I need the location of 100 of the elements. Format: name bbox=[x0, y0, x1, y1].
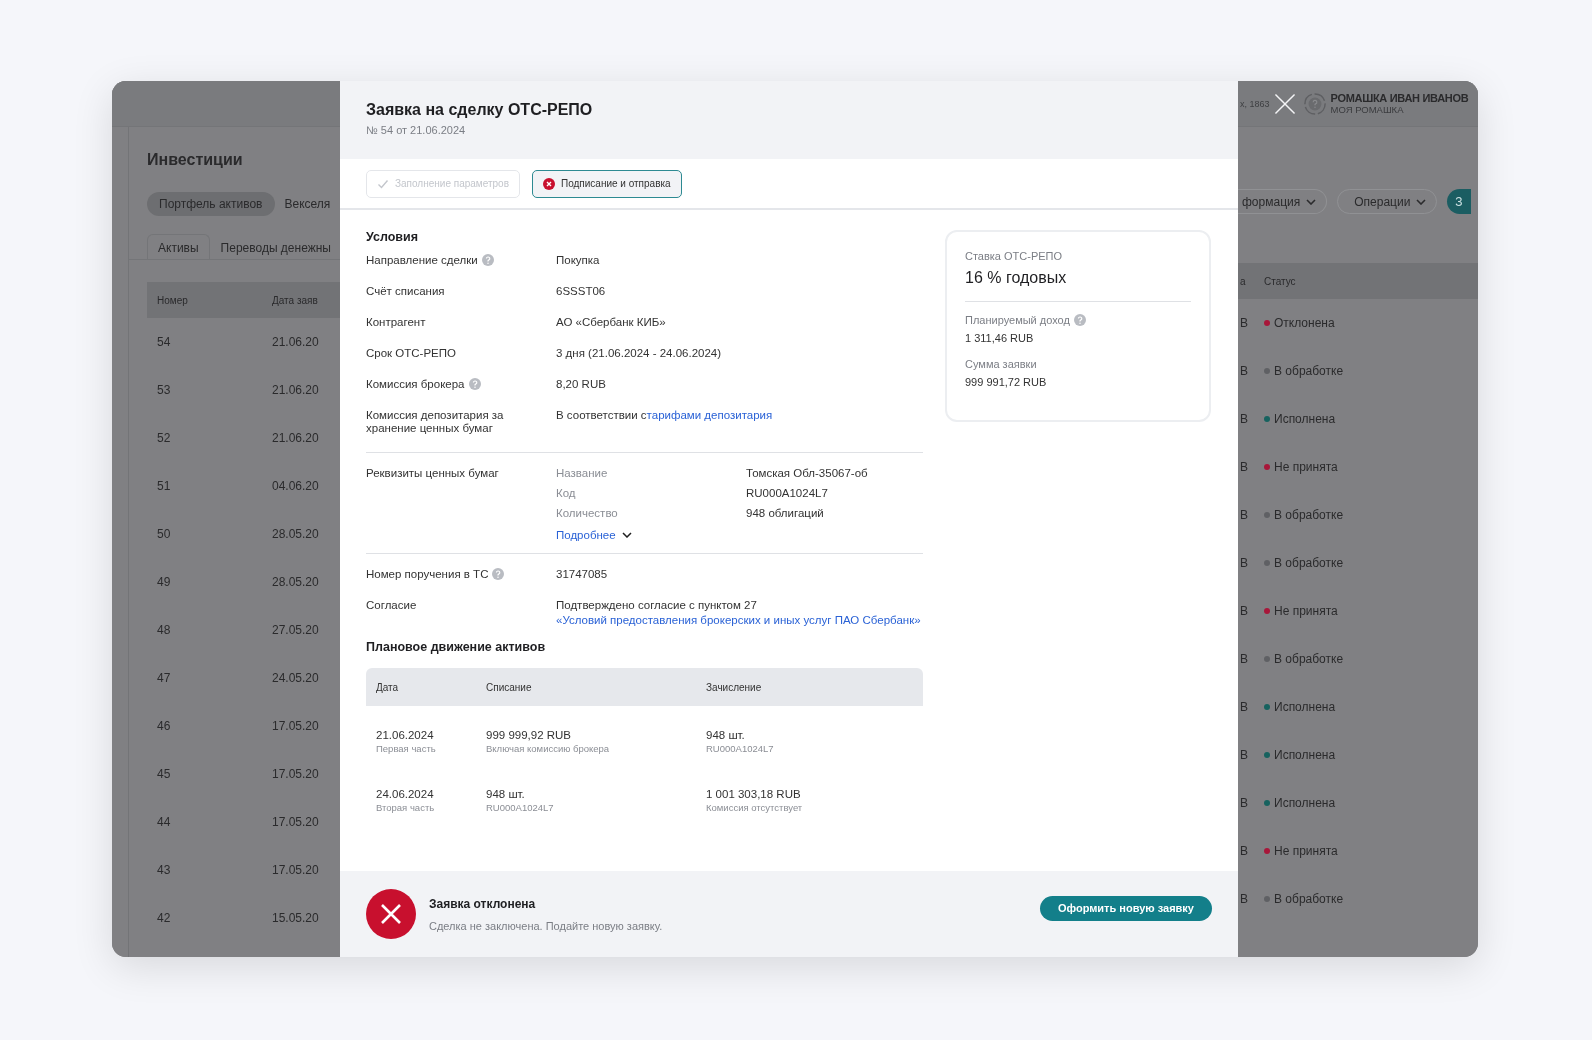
status-text: Не принята bbox=[1274, 844, 1338, 858]
status-text: Не принята bbox=[1274, 604, 1338, 618]
chevron-down-icon bbox=[621, 532, 632, 538]
status-text: В обработке bbox=[1274, 556, 1344, 570]
section-title: Плановое движение активов bbox=[366, 640, 547, 654]
table-cell: 15.05.20 bbox=[272, 911, 319, 925]
field-label: Согласие bbox=[366, 599, 417, 612]
column-header: Зачисление bbox=[706, 681, 763, 693]
tab[interactable]: Активы bbox=[147, 234, 210, 259]
field-label: Код bbox=[556, 487, 577, 499]
help-icon[interactable] bbox=[1073, 314, 1086, 326]
more-link[interactable]: Подробнее bbox=[556, 529, 868, 541]
table-cell-text: 948 шт. bbox=[486, 788, 526, 800]
table-cell-text: 999 999,92 RUB bbox=[486, 729, 573, 741]
dialog-subtitle: № 54 от 21.06.2024 bbox=[366, 124, 467, 136]
status-text: Исполнена bbox=[1274, 748, 1336, 762]
field-label: Срок ОТС-РЕПО bbox=[366, 347, 456, 360]
action-button[interactable]: З bbox=[1447, 189, 1472, 214]
column-header: Дата заяв bbox=[272, 294, 318, 306]
table-cell-text: B bbox=[1239, 556, 1249, 570]
table-cell-text: B bbox=[1239, 700, 1249, 714]
table-cell-text: 948 шт. bbox=[706, 729, 746, 741]
field-label: Направление сделки bbox=[366, 254, 478, 267]
table-cell-text: 50 bbox=[156, 527, 172, 541]
status-text: Не принята bbox=[1274, 460, 1338, 474]
cell-note: Комиссия отсутствует bbox=[706, 802, 804, 813]
rate-value: 16 % годовых bbox=[965, 269, 1068, 287]
table-cell-text: 43 bbox=[156, 863, 172, 877]
table-cell-text: 45 bbox=[156, 767, 172, 781]
table-cell-text: B bbox=[1239, 652, 1249, 666]
cell-note: Включая комиссию брокера bbox=[486, 743, 611, 754]
column-header: Номер bbox=[156, 294, 189, 306]
table-cell: 17.05.20 bbox=[272, 863, 319, 877]
table-cell-text: 54 bbox=[156, 335, 172, 349]
help-icon[interactable] bbox=[492, 568, 505, 580]
table-cell-text: B bbox=[1239, 796, 1249, 810]
column-header: Списание bbox=[486, 681, 533, 693]
column-header: Дата bbox=[375, 681, 400, 693]
filter-chip[interactable]: Портфель активов bbox=[147, 192, 275, 216]
step-tab[interactable]: Подписание и отправка bbox=[531, 169, 682, 198]
table-cell: 21.06.20 bbox=[272, 335, 319, 349]
terms-link[interactable]: «Условий предоставления брокерских и иных услуг ПАО Сбербанк» bbox=[556, 614, 921, 626]
status-text: Исполнена bbox=[1274, 796, 1336, 810]
user-avatar-icon[interactable] bbox=[1303, 92, 1326, 115]
status-text: Исполнена bbox=[1274, 700, 1336, 714]
table-cell-text: B bbox=[1239, 748, 1249, 762]
company-name: МОЯ РОМАШКА bbox=[1330, 104, 1405, 115]
close-icon[interactable] bbox=[1273, 92, 1296, 115]
table-cell: 17.05.20 bbox=[272, 815, 319, 829]
table-cell: 17.05.20 bbox=[272, 767, 319, 781]
field-label: Количество bbox=[556, 507, 619, 519]
field-label: Название bbox=[556, 467, 609, 479]
status-text: Исполнена bbox=[1274, 412, 1336, 426]
user-name: РОМАШКА ИВАН ИВАНОВ bbox=[1330, 92, 1469, 104]
rate-label: Ставка ОТС-РЕПО bbox=[965, 250, 1064, 262]
tariffs-link[interactable]: тарифами депозитария bbox=[646, 409, 773, 421]
table-cell: 24.05.20 bbox=[272, 671, 319, 685]
dialog-title: Заявка на сделку ОТС-РЕПО bbox=[366, 101, 594, 119]
field-value: Покупка bbox=[556, 254, 600, 268]
field-value: 8,20 RUB bbox=[556, 378, 606, 392]
table-cell-text: 53 bbox=[156, 383, 172, 397]
table-cell-text: 52 bbox=[156, 431, 172, 445]
status-text: В обработке bbox=[1274, 652, 1344, 666]
error-icon bbox=[542, 177, 555, 190]
status-text: В обработке bbox=[1274, 508, 1344, 522]
field-value: 6SSST06 bbox=[556, 285, 606, 299]
table-cell-text: 49 bbox=[156, 575, 172, 589]
table-cell: 28.05.20 bbox=[272, 575, 319, 589]
table-cell-text: B bbox=[1239, 460, 1249, 474]
table-cell-text: 42 bbox=[156, 911, 172, 925]
filter-chip[interactable]: Векселя bbox=[276, 192, 333, 216]
table-cell-text: 44 bbox=[156, 815, 172, 829]
field-value: 31747085 bbox=[556, 568, 608, 582]
table-cell-text: 47 bbox=[156, 671, 172, 685]
table-cell-text: 48 bbox=[156, 623, 172, 637]
field-label: Номер поручения в ТС bbox=[366, 568, 489, 581]
table-cell: 21.06.20 bbox=[272, 383, 319, 397]
section-title: Условия bbox=[366, 230, 419, 244]
summary-label: Сумма заявки bbox=[965, 358, 1037, 370]
table-cell-text: 21.06.2024 bbox=[376, 729, 435, 741]
column-header: а bbox=[1239, 275, 1247, 287]
new-request-button[interactable]: Оформить новую заявку bbox=[1039, 895, 1212, 921]
table-cell-text: B bbox=[1239, 604, 1249, 618]
field-value: В соответствии старифами депозитария bbox=[556, 409, 773, 423]
help-icon[interactable] bbox=[468, 378, 481, 390]
status-text: Сделка не заключена. Подайте новую заявку. bbox=[429, 919, 664, 932]
table-cell-text: 46 bbox=[156, 719, 172, 733]
field-value: АО «Сбербанк КИБ» bbox=[556, 316, 666, 330]
field-label: Контрагент bbox=[366, 316, 426, 329]
table-cell-text: B bbox=[1239, 844, 1249, 858]
cell-note: Первая часть bbox=[376, 743, 437, 754]
field-value: Подтверждено согласие с пунктом 27 bbox=[556, 599, 758, 611]
help-icon[interactable] bbox=[481, 254, 494, 266]
tab[interactable]: Переводы денежны bbox=[209, 234, 340, 259]
field-value: RU000A1024L7 bbox=[746, 487, 829, 499]
table-cell-text: B bbox=[1239, 412, 1249, 426]
check-icon bbox=[377, 177, 389, 190]
table-cell-text: B bbox=[1239, 316, 1249, 330]
cell-note: RU000A1024L7 bbox=[486, 802, 555, 813]
table-cell-text: 51 bbox=[156, 479, 172, 493]
